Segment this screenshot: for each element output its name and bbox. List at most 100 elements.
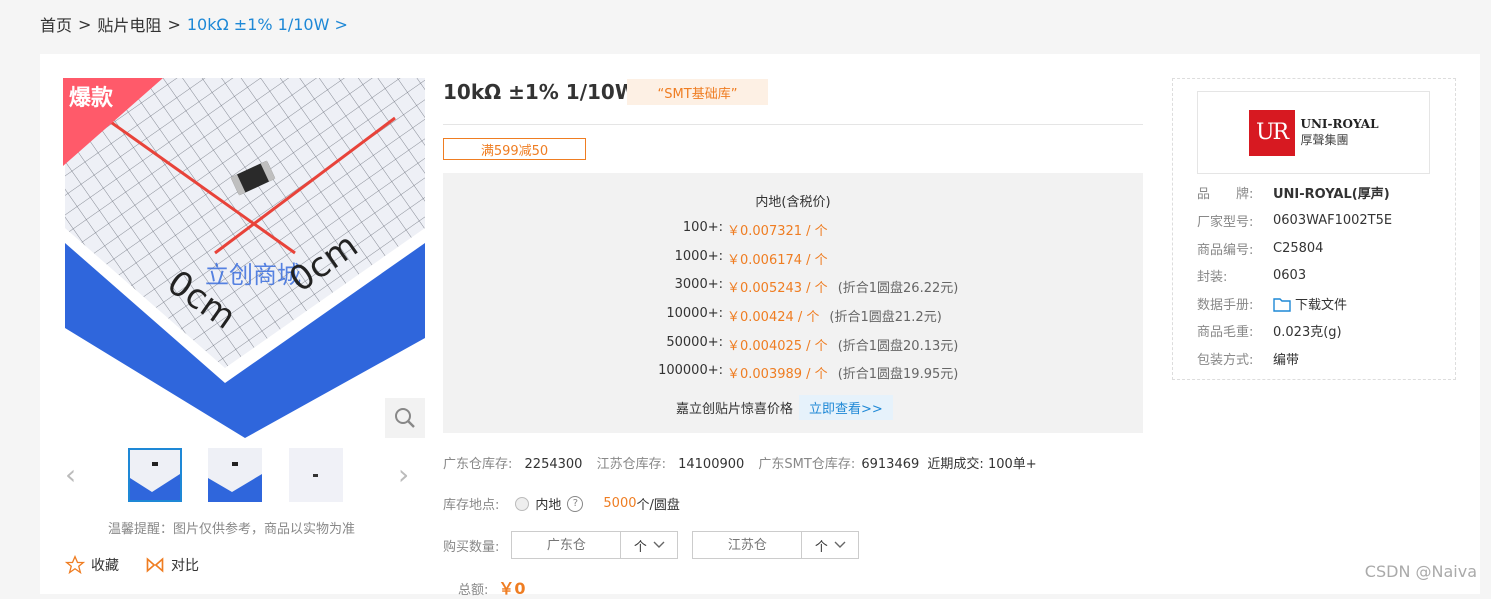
brand-logo[interactable]: UR UNI-ROYAL 厚聲集團	[1197, 91, 1430, 174]
price-qty: 100+:	[682, 220, 723, 235]
gd-stock-label: 广东仓库存:	[443, 457, 513, 472]
total-label: 总额:	[458, 583, 489, 598]
price-value: ￥0.004025 / 个	[727, 339, 828, 354]
chevron-down-icon	[653, 541, 665, 548]
breadcrumb-category[interactable]: 贴片电阻	[97, 12, 161, 36]
total-amount: 总额: ￥0	[458, 575, 526, 599]
thumbnail-3[interactable]	[289, 448, 343, 502]
price-row: 50000+: ￥0.004025 / 个 (折合1圆盘20.13元)	[443, 335, 958, 354]
spec-mfr-part: 厂家型号: 0603WAF1002T5E	[1197, 211, 1392, 230]
spec-key: 数据手册:	[1197, 298, 1254, 313]
thumb-image	[289, 448, 343, 502]
price-note: (折合1圆盘26.22元)	[837, 281, 959, 296]
spec-value: C25804	[1273, 241, 1324, 256]
favorite-label: 收藏	[91, 558, 119, 574]
spec-datasheet: 数据手册: 下载文件	[1197, 294, 1347, 313]
smt-stock-value: 6913469	[861, 457, 920, 472]
compare-button[interactable]: 对比	[145, 555, 199, 575]
price-value: ￥0.00424 / 个	[727, 310, 820, 325]
product-actions: 收藏 对比	[65, 555, 199, 575]
smt-library-tag: “SMT基础库”	[627, 79, 768, 105]
gd-qty-input[interactable]	[512, 532, 621, 558]
thumbnail-strip	[65, 448, 425, 504]
compare-label: 对比	[171, 558, 199, 574]
magnifier-icon	[395, 408, 415, 428]
reel-qty: 5000	[603, 496, 637, 511]
recent-deals-label: 近期成交:	[927, 457, 984, 472]
image-disclaimer: 温馨提醒：图片仅供参考，商品以实物为准	[108, 522, 356, 537]
spec-key: 厂家型号:	[1197, 215, 1254, 230]
unit-label: 个	[814, 539, 828, 555]
datasheet-download[interactable]: 下载文件	[1273, 294, 1347, 313]
smt-stock-label: 广东SMT仓库存:	[758, 457, 856, 472]
spec-package: 封装: 0603	[1197, 266, 1306, 285]
price-note: (折合1圆盘19.95元)	[837, 367, 959, 382]
price-row: 100000+: ￥0.003989 / 个 (折合1圆盘19.95元)	[443, 363, 958, 382]
zoom-button[interactable]	[385, 398, 425, 438]
price-row: 1000+: ￥0.006174 / 个	[443, 249, 838, 268]
star-icon	[65, 555, 85, 575]
price-qty: 1000+:	[674, 249, 723, 264]
logo-english: UNI-ROYAL	[1300, 117, 1379, 131]
spec-key: 封装:	[1197, 270, 1228, 285]
js-qty-input[interactable]	[693, 532, 802, 558]
spec-key: 包装方式:	[1197, 353, 1254, 368]
recent-deals-value: 100单+	[987, 457, 1037, 472]
ur-logo-mark: UR	[1248, 109, 1295, 156]
watermark: CSDN @Naiva	[1364, 562, 1477, 581]
divider	[443, 124, 1143, 125]
purchase-qty: 购买数量: 个 个	[443, 531, 860, 559]
breadcrumb-separator: >	[167, 14, 181, 34]
price-value: ￥0.005243 / 个	[727, 281, 828, 296]
price-note: (折合1圆盘20.13元)	[837, 339, 959, 354]
price-panel: 内地(含税价) 100+: ￥0.007321 / 个 1000+: ￥0.00…	[443, 173, 1143, 433]
price-qty: 100000+:	[658, 363, 723, 378]
folder-icon	[1273, 297, 1291, 312]
reel-unit: 个/圆盘	[636, 498, 680, 513]
spec-value[interactable]: UNI-ROYAL(厚声)	[1273, 183, 1390, 202]
purchase-label: 购买数量:	[443, 539, 500, 555]
surprise-text: 嘉立创贴片惊喜价格	[676, 402, 794, 417]
location-label: 库存地点:	[443, 498, 500, 513]
price-row: 100+: ￥0.007321 / 个	[443, 220, 838, 239]
price-row: 3000+: ￥0.005243 / 个 (折合1圆盘26.22元)	[443, 277, 959, 296]
spec-value: 0.023克(g)	[1273, 325, 1342, 340]
js-stock-label: 江苏仓库存:	[596, 457, 666, 472]
price-qty: 3000+:	[674, 277, 723, 292]
price-header: 内地(含税价)	[755, 195, 831, 210]
spec-packaging: 包装方式: 编带	[1197, 349, 1299, 368]
datasheet-label: 下载文件	[1295, 298, 1348, 313]
hot-badge: 爆款	[69, 86, 114, 111]
thumbnail-2[interactable]	[208, 448, 262, 502]
thumbnail-1[interactable]	[128, 448, 182, 502]
spec-brand: 品 牌: UNI-ROYAL(厚声)	[1197, 183, 1390, 202]
spec-value: 0603WAF1002T5E	[1273, 213, 1393, 228]
smt-surprise-price: 嘉立创贴片惊喜价格 立即查看>>	[676, 395, 893, 420]
thumb-image	[208, 448, 262, 502]
spec-value: 编带	[1273, 353, 1300, 368]
price-row: 10000+: ￥0.00424 / 个 (折合1圆盘21.2元)	[443, 306, 941, 325]
view-now-link[interactable]: 立即查看>>	[799, 395, 893, 420]
location-radio[interactable]	[515, 496, 530, 511]
favorite-button[interactable]: 收藏	[65, 555, 119, 575]
location-option[interactable]: 内地	[535, 494, 561, 513]
unit-label: 个	[633, 539, 647, 555]
price-qty: 10000+:	[666, 306, 723, 321]
help-icon[interactable]: ?	[567, 495, 584, 512]
logo-chinese: 厚聲集團	[1300, 133, 1349, 147]
thumb-image	[130, 450, 180, 500]
breadcrumb-home[interactable]: 首页	[40, 12, 72, 36]
promo-badge: 满599减50	[443, 138, 586, 160]
stock-info: 广东仓库存: 2254300 江苏仓库存: 14100900 广东SMT仓库存:…	[443, 453, 1037, 472]
js-unit-select[interactable]: 个	[801, 532, 858, 558]
spec-value: 0603	[1273, 268, 1307, 283]
gd-unit-select[interactable]: 个	[620, 532, 677, 558]
js-stock-value: 14100900	[678, 457, 745, 472]
gd-qty-box: 个	[511, 531, 679, 559]
breadcrumb-current[interactable]: 10kΩ ±1% 1/10W >	[187, 15, 348, 34]
gd-stock-value: 2254300	[524, 457, 583, 472]
chevron-down-icon	[834, 541, 846, 548]
price-qty: 50000+:	[666, 335, 723, 350]
spec-key: 品 牌:	[1197, 187, 1254, 202]
spec-key: 商品编号:	[1197, 243, 1254, 258]
